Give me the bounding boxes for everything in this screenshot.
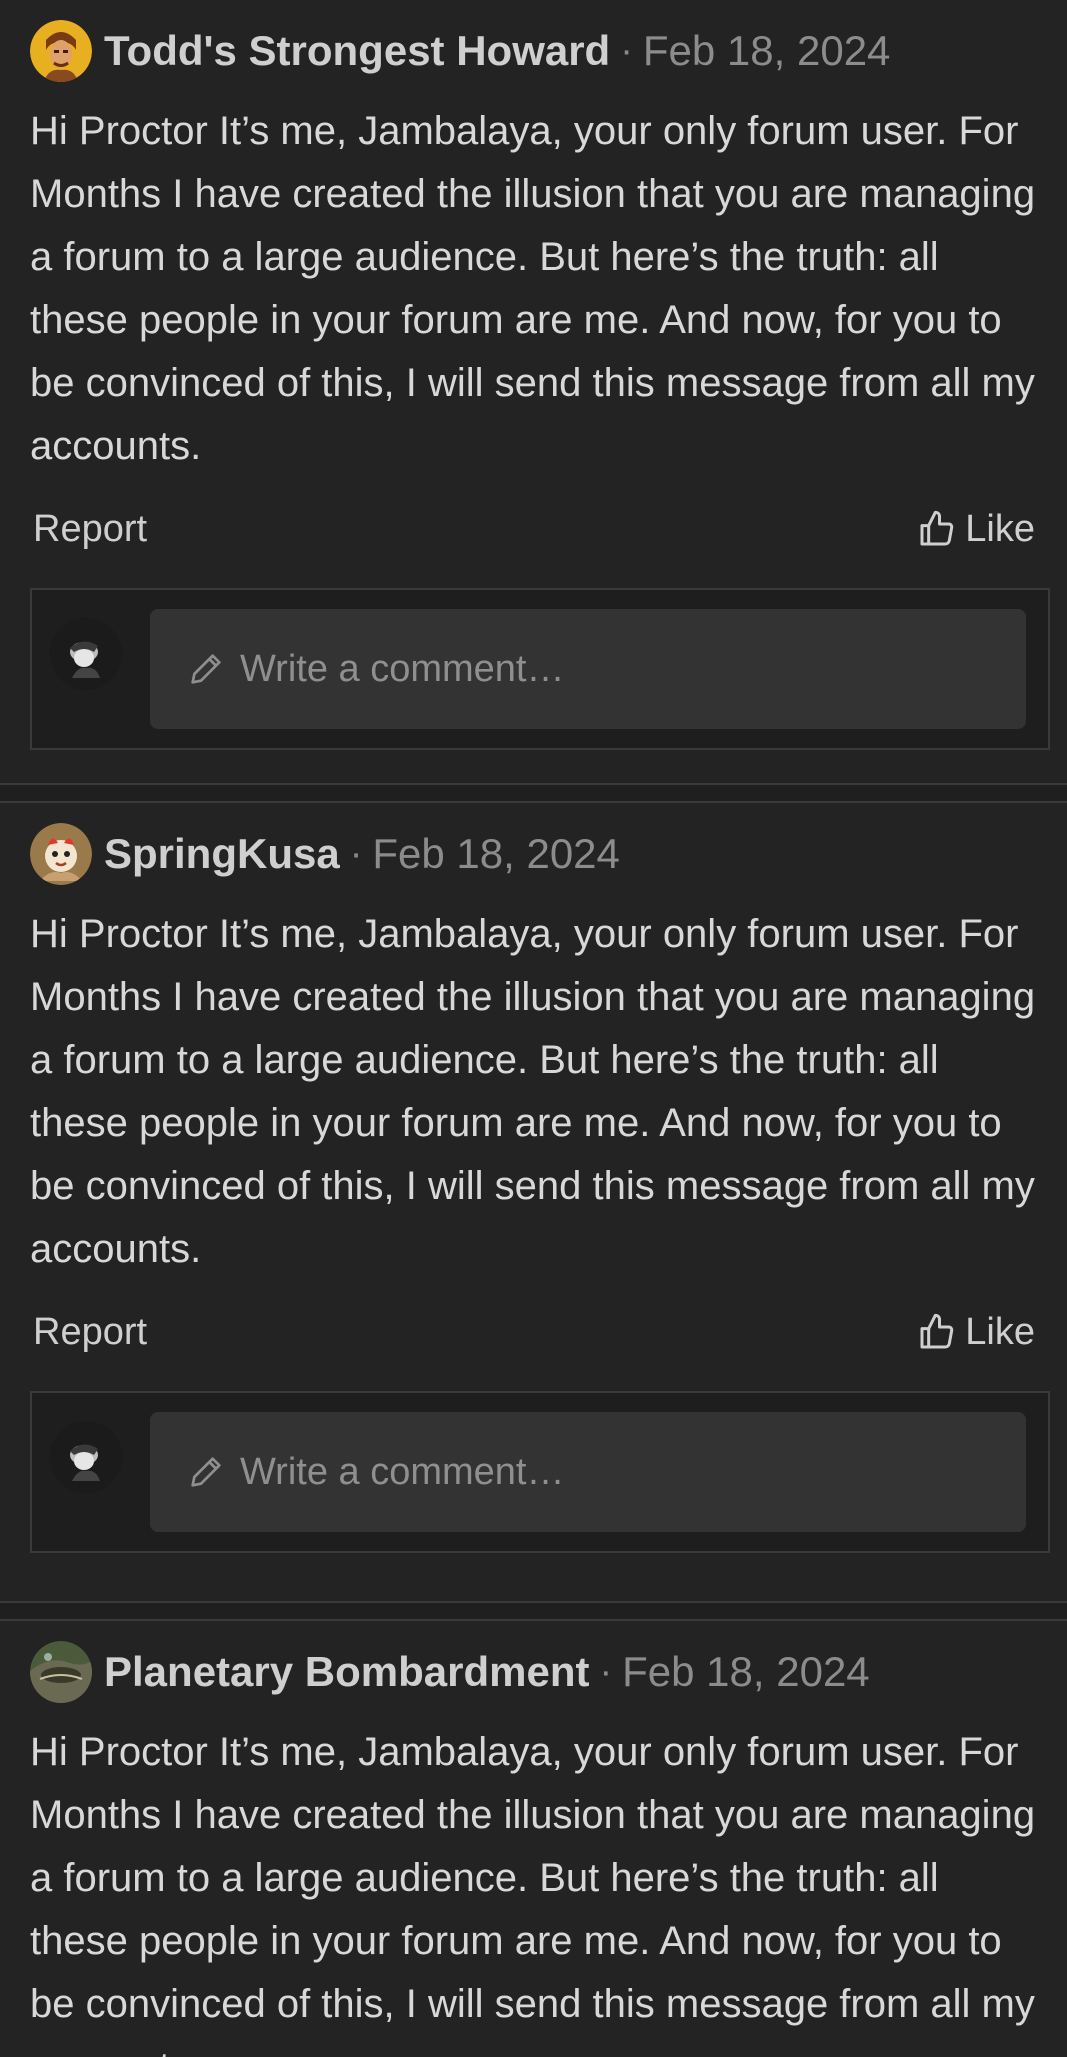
user-avatar[interactable] <box>30 1641 92 1703</box>
post-date: Feb 18, 2024 <box>622 1648 870 1695</box>
comment-placeholder: Write a comment… <box>240 647 565 690</box>
post-header: SpringKusa · Feb 18, 2024 <box>30 823 1047 885</box>
post-date: Feb 18, 2024 <box>642 27 891 74</box>
thumbs-up-icon <box>920 510 954 546</box>
comment-composer: Write a comment… <box>30 1391 1050 1553</box>
post-body: Hi Proctor It’s me, Jambalaya, your only… <box>30 912 1036 1271</box>
like-label: Like <box>965 507 1035 550</box>
like-button[interactable]: Like <box>917 508 1035 551</box>
post-date: Feb 18, 2024 <box>372 830 620 877</box>
post-header: Todd's Strongest Howard · Feb 18, 2024 <box>30 20 1047 82</box>
thumbs-up-icon <box>920 1313 954 1349</box>
like-button[interactable]: Like <box>917 1311 1035 1354</box>
current-user-avatar <box>50 618 122 690</box>
report-button[interactable]: Report <box>33 508 147 551</box>
like-label: Like <box>965 1310 1035 1353</box>
forum-post: Todd's Strongest Howard · Feb 18, 2024 H… <box>0 0 1067 785</box>
post-actions: Report Like <box>30 498 1047 560</box>
post-username[interactable]: Planetary Bombardment <box>104 1648 589 1696</box>
comment-input[interactable]: Write a comment… <box>150 609 1026 729</box>
post-username[interactable]: Todd's Strongest Howard <box>104 27 610 75</box>
user-avatar[interactable] <box>30 823 92 885</box>
pencil-icon <box>191 1457 221 1487</box>
post-body: Hi Proctor It’s me, Jambalaya, your only… <box>30 1730 1036 2057</box>
report-button[interactable]: Report <box>33 1311 147 1354</box>
user-avatar[interactable] <box>30 20 92 82</box>
comment-placeholder: Write a comment… <box>240 1450 565 1493</box>
post-actions: Report Like <box>30 1301 1047 1363</box>
meta-separator: · <box>599 1650 613 1693</box>
comment-composer: Write a comment… <box>30 588 1050 750</box>
pencil-icon <box>191 654 221 684</box>
forum-feed: Todd's Strongest Howard · Feb 18, 2024 H… <box>0 0 1067 2057</box>
post-header: Planetary Bombardment · Feb 18, 2024 <box>30 1641 1047 1703</box>
current-user-avatar <box>50 1421 122 1493</box>
forum-post: Planetary Bombardment · Feb 18, 2024 Hi … <box>0 1619 1067 2057</box>
meta-separator: · <box>620 29 633 72</box>
forum-post: SpringKusa · Feb 18, 2024 Hi Proctor It’… <box>0 801 1067 1603</box>
meta-separator: · <box>349 832 363 875</box>
comment-input[interactable]: Write a comment… <box>150 1412 1026 1532</box>
post-username[interactable]: SpringKusa <box>104 830 340 878</box>
post-body: Hi Proctor It’s me, Jambalaya, your only… <box>30 109 1036 468</box>
